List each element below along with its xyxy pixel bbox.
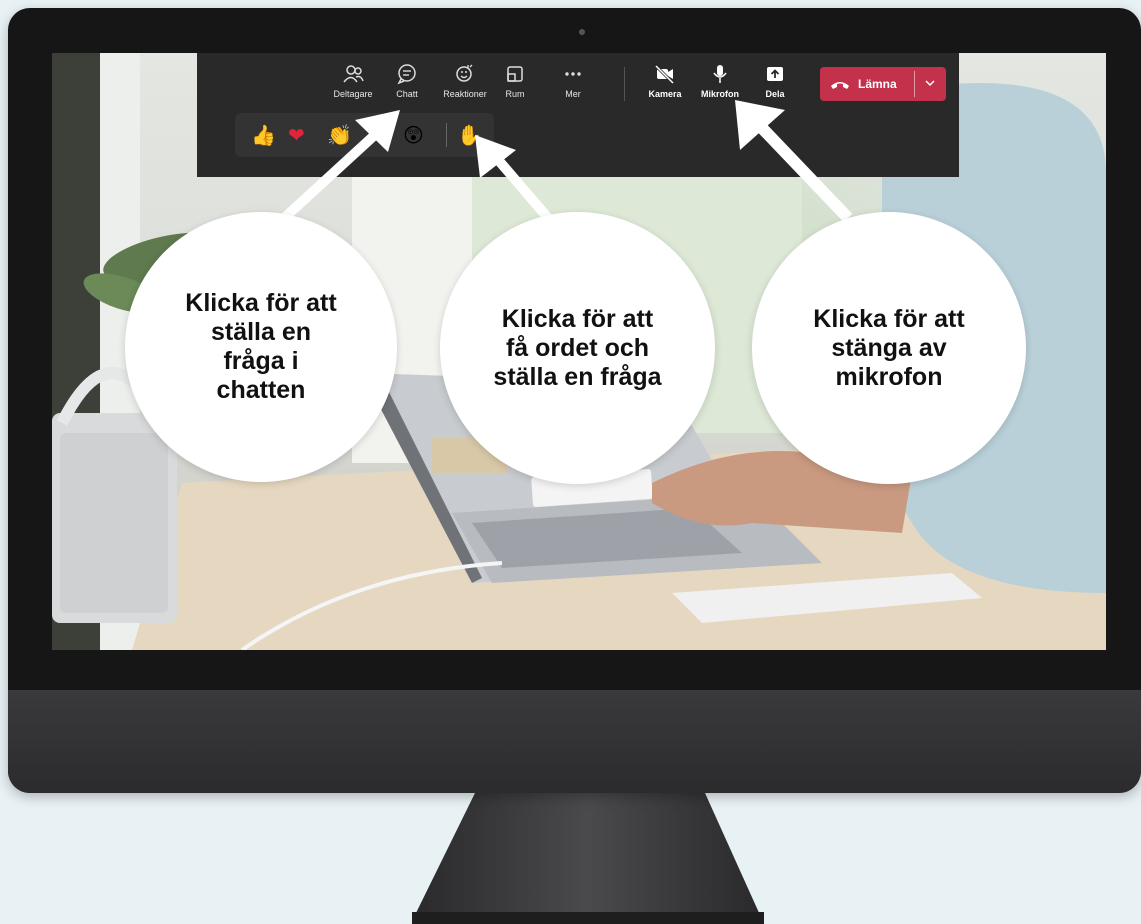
- raise-hand-callout: Klicka för att få ordet och ställa en fr…: [440, 212, 715, 484]
- participants-label: Deltagare: [333, 89, 373, 99]
- mic-callout: Klicka för att stänga av mikrofon: [752, 212, 1026, 484]
- reactions-bar: 👍 ❤ 👏 😲 ✋: [235, 113, 494, 157]
- share-button[interactable]: Dela: [745, 63, 805, 99]
- chat-button[interactable]: Chatt: [377, 63, 437, 99]
- microphone-icon: [713, 65, 727, 83]
- meeting-toolbar: Deltagare Chatt Reaktioner Rum Mer Kamer…: [197, 53, 959, 177]
- leave-label: Lämna: [858, 77, 897, 91]
- raise-hand-callout-text: Klicka för att få ordet och ställa en fr…: [493, 304, 662, 391]
- leave-separator: [914, 71, 915, 97]
- raise-hand-reaction[interactable]: ✋: [457, 123, 482, 147]
- chat-icon: [397, 64, 416, 85]
- microphone-label: Mikrofon: [701, 89, 739, 99]
- share-icon: [767, 67, 783, 81]
- chat-callout: Klicka för att ställa en fråga i chatten: [125, 212, 397, 482]
- clap-reaction[interactable]: 👏: [327, 123, 352, 147]
- more-label: Mer: [565, 89, 581, 99]
- webcam-dot: [579, 29, 585, 35]
- camera-off-icon: [654, 64, 675, 85]
- chat-label: Chatt: [396, 89, 418, 99]
- camera-button[interactable]: Kamera: [635, 63, 695, 99]
- microphone-button[interactable]: Mikrofon: [690, 63, 750, 99]
- surprised-reaction[interactable]: 😲: [403, 123, 424, 147]
- reactions-separator: [446, 123, 447, 147]
- participants-button[interactable]: Deltagare: [323, 63, 383, 99]
- rooms-icon: [507, 66, 523, 82]
- monitor-chin: [8, 690, 1141, 793]
- participants-icon: [343, 65, 364, 83]
- leave-button[interactable]: Lämna: [820, 67, 946, 101]
- hang-up-icon: [831, 82, 849, 89]
- thumbs-up-reaction[interactable]: 👍: [251, 123, 276, 147]
- toolbar-divider: [624, 67, 625, 101]
- heart-reaction[interactable]: ❤: [288, 123, 305, 147]
- mic-callout-text: Klicka för att stänga av mikrofon: [813, 304, 965, 391]
- share-label: Dela: [765, 89, 785, 99]
- chevron-down-icon[interactable]: [923, 76, 937, 90]
- rooms-button[interactable]: Rum: [485, 63, 545, 99]
- more-button[interactable]: Mer: [543, 63, 603, 99]
- chat-callout-text: Klicka för att ställa en fråga i chatten: [185, 289, 337, 404]
- more-icon: [565, 72, 581, 76]
- reactions-icon: [456, 64, 473, 82]
- rooms-label: Rum: [505, 89, 525, 99]
- camera-label: Kamera: [648, 89, 682, 99]
